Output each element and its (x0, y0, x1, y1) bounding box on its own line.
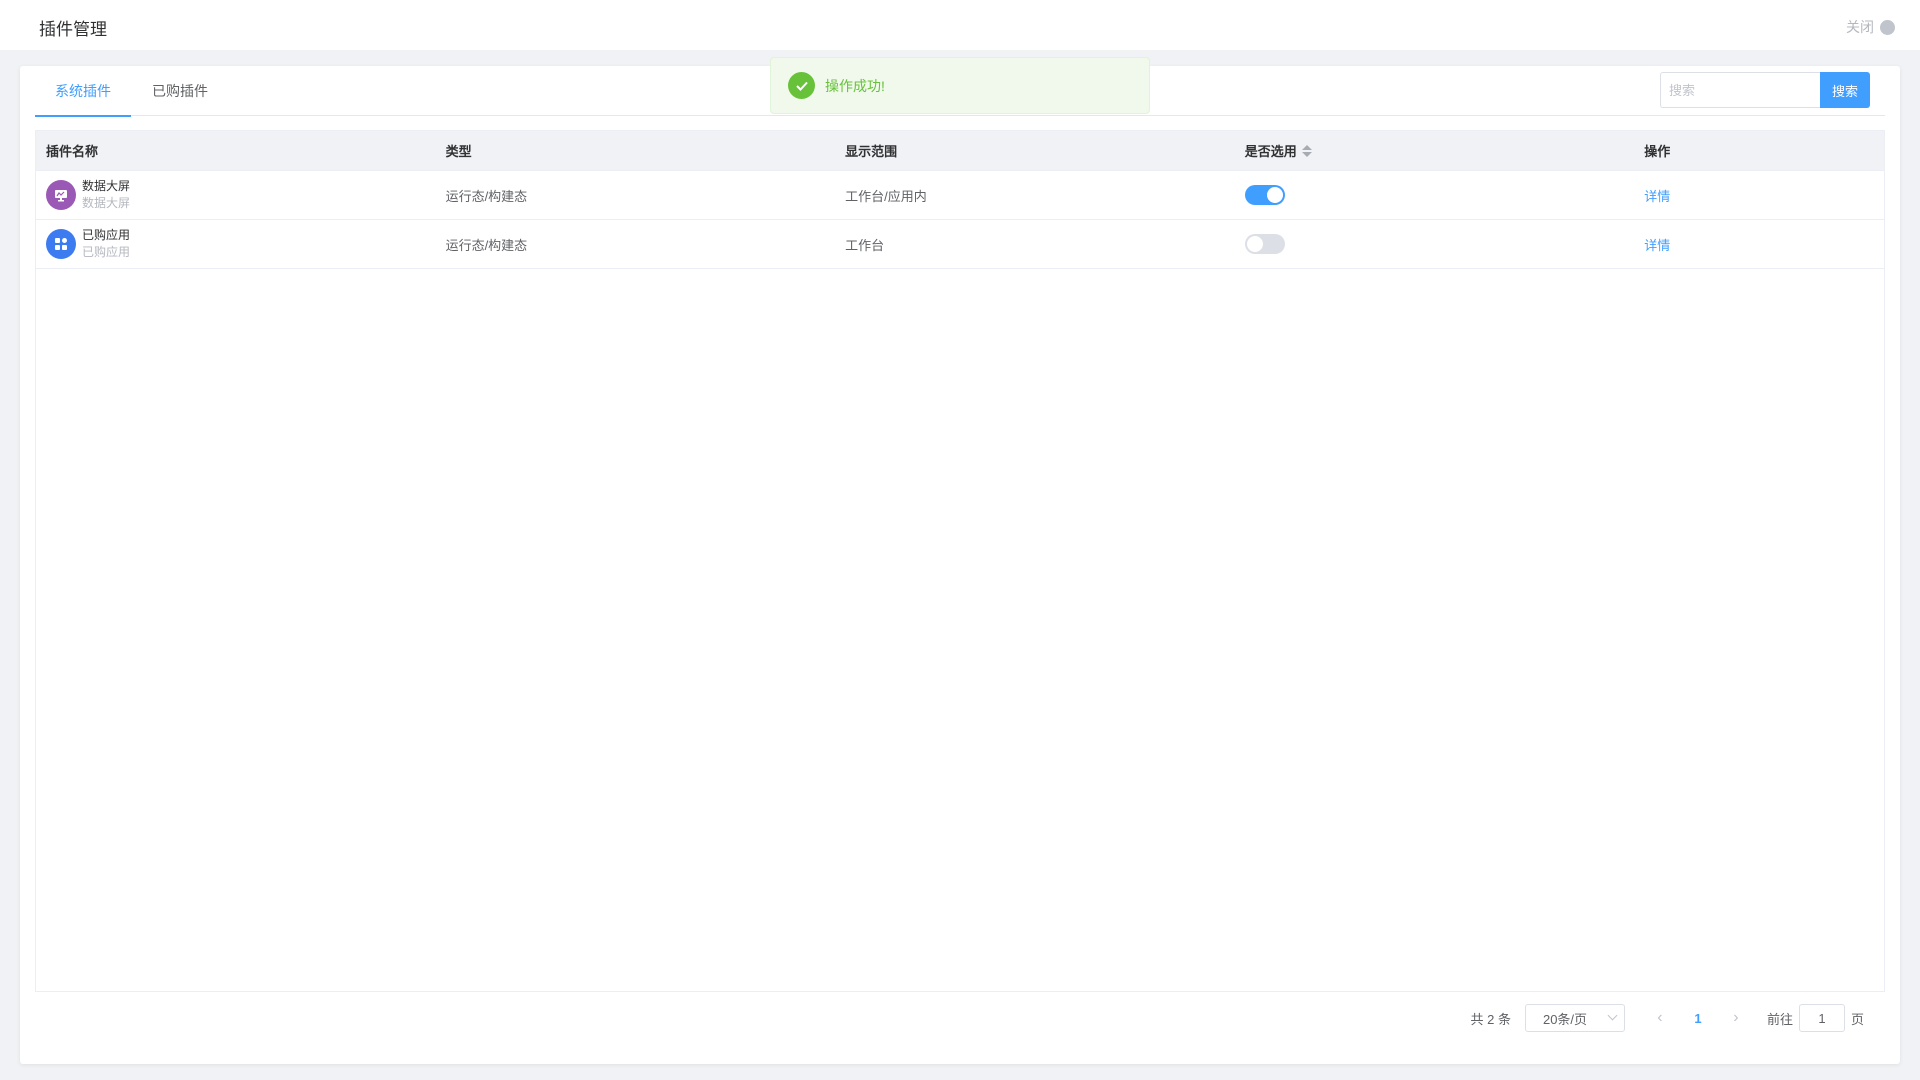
plugin-table: 插件名称 类型 显示范围 是否选用 操作 数据大屏 数据大屏 运行态/构建态 工… (35, 130, 1885, 992)
plugin-subtitle: 已购应用 (82, 245, 131, 259)
plugin-scope: 工作台 (845, 237, 885, 253)
column-header-name: 插件名称 (46, 144, 99, 159)
sort-icon[interactable] (1301, 144, 1312, 157)
plugin-type: 运行态/构建态 (445, 237, 528, 253)
close-button[interactable]: 关闭 (1846, 17, 1895, 37)
column-header-type: 类型 (445, 144, 472, 159)
table-row: 已购应用 已购应用 运行态/构建态 工作台 详情 (36, 220, 1884, 269)
total-count: 共 2 条 (1470, 1011, 1511, 1027)
success-toast: 操作成功! (770, 57, 1150, 114)
column-header-enabled-label: 是否选用 (1244, 144, 1297, 159)
search-input[interactable] (1660, 72, 1820, 108)
goto-prefix: 前往 (1766, 1011, 1793, 1027)
prev-page-icon[interactable]: ‹ (1645, 1009, 1675, 1027)
search-box: 搜索 (1660, 72, 1870, 108)
plugin-name: 数据大屏 (82, 179, 131, 193)
dashboard-screen-icon (46, 180, 76, 210)
plugin-name: 已购应用 (82, 228, 131, 242)
goto-page-input[interactable] (1798, 1004, 1845, 1032)
close-icon (1880, 19, 1895, 35)
chevron-down-icon (1607, 1010, 1618, 1021)
page-size-select[interactable]: 20条/页 (1524, 1004, 1625, 1032)
apps-grid-icon (46, 229, 76, 259)
details-link[interactable]: 详情 (1644, 189, 1670, 204)
search-button[interactable]: 搜索 (1820, 72, 1870, 108)
table-row: 数据大屏 数据大屏 运行态/构建态 工作台/应用内 详情 (36, 171, 1884, 220)
column-header-enabled[interactable]: 是否选用 (1235, 141, 1635, 160)
main-card: 系统插件 已购插件 搜索 插件名称 类型 显示范围 是否选用 操作 数据大屏 (20, 66, 1900, 1064)
table-header: 插件名称 类型 显示范围 是否选用 操作 (36, 131, 1884, 171)
tab-purchased-plugins[interactable]: 已购插件 (132, 66, 228, 116)
enabled-toggle[interactable] (1244, 185, 1285, 205)
page-size-value: 20条/页 (1542, 1011, 1588, 1027)
goto-page: 前往 页 (1767, 1004, 1864, 1032)
pagination: 共 2 条 20条/页 ‹ 1 › 前往 页 (1470, 1003, 1864, 1033)
plugin-type: 运行态/构建态 (445, 188, 528, 204)
toast-message: 操作成功! (825, 77, 885, 94)
check-circle-icon (788, 72, 815, 99)
plugin-subtitle: 数据大屏 (82, 196, 131, 210)
next-page-icon[interactable]: › (1721, 1009, 1751, 1027)
page-number[interactable]: 1 (1683, 1011, 1713, 1026)
column-header-actions: 操作 (1644, 144, 1671, 159)
plugin-scope: 工作台/应用内 (845, 188, 927, 204)
close-label: 关闭 (1846, 19, 1874, 35)
goto-suffix: 页 (1850, 1011, 1864, 1027)
page-title: 插件管理 (39, 20, 107, 39)
enabled-toggle[interactable] (1244, 234, 1285, 254)
tab-system-plugins[interactable]: 系统插件 (35, 66, 131, 117)
details-link[interactable]: 详情 (1644, 238, 1670, 253)
column-header-scope: 显示范围 (845, 144, 898, 159)
top-header: 插件管理 关闭 (0, 0, 1920, 50)
